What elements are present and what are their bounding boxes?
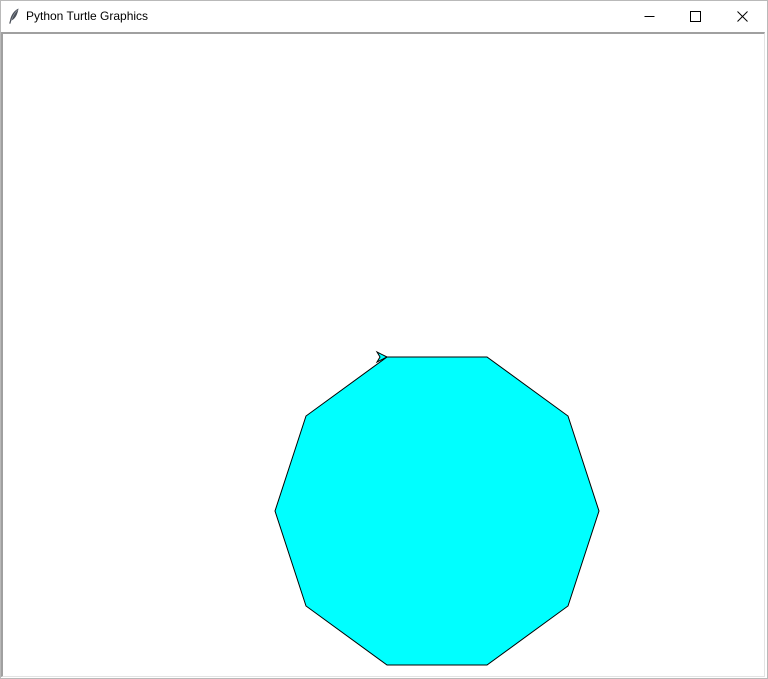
turtle-window: Python Turtle Graphics <box>0 0 768 679</box>
close-icon <box>736 10 748 22</box>
maximize-icon <box>689 10 701 22</box>
title-bar[interactable]: Python Turtle Graphics <box>1 1 767 31</box>
maximize-button[interactable] <box>672 1 718 31</box>
decagon-shape <box>274 356 600 666</box>
window-title: Python Turtle Graphics <box>26 9 149 23</box>
feather-icon <box>9 8 19 24</box>
close-button[interactable] <box>719 1 765 31</box>
minimize-icon <box>644 15 654 17</box>
turtle-canvas[interactable] <box>1 32 765 677</box>
minimize-button[interactable] <box>626 1 672 31</box>
canvas-drawing <box>274 350 600 666</box>
